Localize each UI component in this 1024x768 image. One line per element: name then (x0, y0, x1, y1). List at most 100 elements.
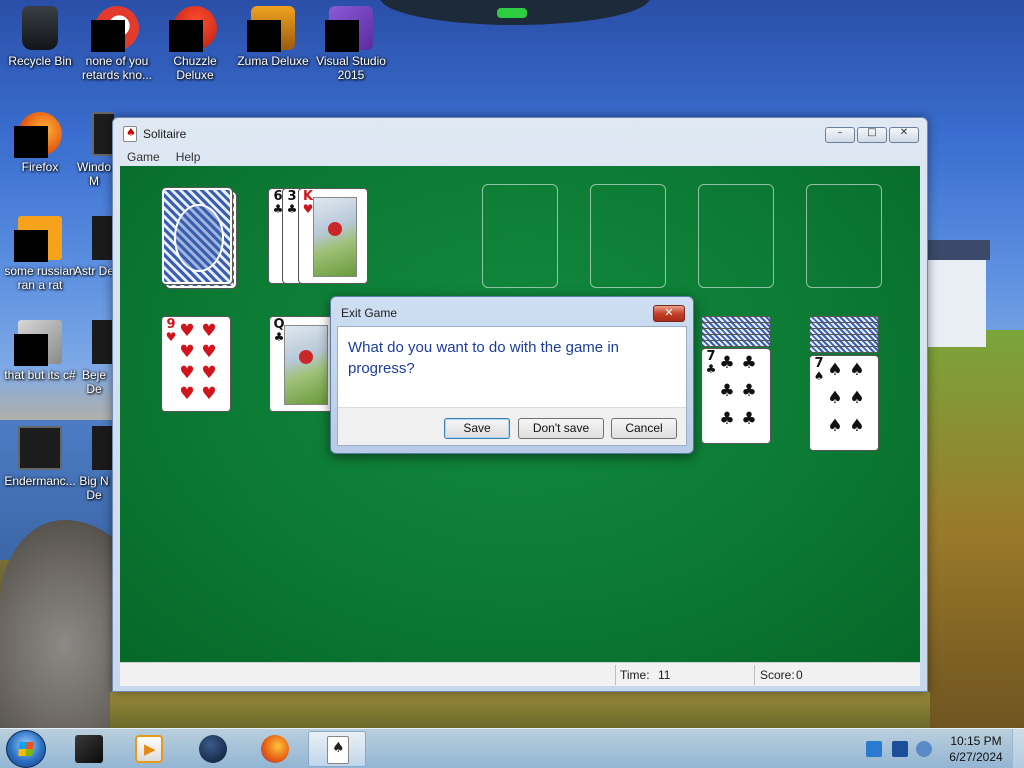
close-icon: ✕ (664, 306, 674, 319)
desktop-icon-label: Big N De (79, 474, 109, 502)
dialog-title: Exit Game (341, 306, 398, 320)
recycle-bin-icon (22, 6, 58, 50)
desktop-icon-label: Zuma Deluxe (237, 54, 309, 68)
desktop-icon-label: Recycle Bin (8, 54, 72, 68)
window-title: Solitaire (143, 127, 187, 141)
desktop-icon-label: Astr De (74, 264, 114, 278)
king-face-image (313, 197, 357, 277)
status-divider (754, 665, 755, 685)
desktop-icon-windows-media[interactable]: Windo M (74, 112, 114, 188)
time-value: 11 (658, 668, 671, 682)
dialog-close-button[interactable]: ✕ (653, 305, 685, 322)
tableau-card[interactable]: 9 ♥ ♥ ♥ ♥ ♥ ♥ ♥ ♥ ♥ (161, 316, 231, 412)
foundation-slot[interactable] (482, 184, 558, 288)
desktop-icon-label: Endermanc... (4, 474, 76, 488)
taskbar-item-media-player[interactable] (120, 731, 178, 767)
windows-media-icon (92, 112, 114, 156)
status-divider (615, 665, 616, 685)
gadget-led (497, 8, 527, 18)
desktop-icon-recycle-bin[interactable]: Recycle Bin (0, 6, 80, 68)
card-pips: ♥ ♥ ♥ ♥ ♥ ♥ ♥ ♥ (179, 321, 217, 404)
desktop-icon-label: Beje De (81, 368, 107, 396)
waste-top-card[interactable]: K ♥ (298, 188, 368, 284)
exit-game-dialog: Exit Game ✕ What do you want to do with … (330, 296, 694, 454)
big-game-icon (92, 426, 114, 470)
foundation-slot[interactable] (698, 184, 774, 288)
desktop-icon-e[interactable]: some russian ran a rat (0, 216, 80, 292)
caption-buttons: – □ ✕ (825, 127, 919, 143)
score-label: Score: (760, 668, 795, 682)
dialog-question: What do you want to do with the game in … (348, 339, 619, 377)
taskbar-item-firefox[interactable] (246, 731, 304, 767)
desktop-icon-label: none of you retards kno... (81, 54, 153, 82)
card-pips: ♣ ♣ ♣ ♣ ♣ ♣ (719, 353, 757, 429)
desktop-icon-astro[interactable]: Astr De (74, 216, 114, 278)
minimize-icon: – (837, 127, 843, 138)
tableau-card[interactable]: 7 ♣ ♣ ♣ ♣ ♣ ♣ ♣ (701, 348, 771, 444)
desktop-icon-visual-studio[interactable]: Visual Studio 2015 (311, 6, 391, 82)
start-button[interactable] (6, 730, 46, 768)
stock-pile[interactable] (161, 187, 233, 285)
visual-studio-icon (325, 6, 373, 52)
menu-help[interactable]: Help (176, 148, 201, 166)
desktop-icon-label: Firefox (21, 160, 59, 174)
maximize-icon: □ (867, 127, 877, 138)
card-pips: ♠ ♠ ♠ ♠ ♠ ♠ (827, 360, 865, 436)
time-label: Time: (620, 668, 650, 682)
score-value: 0 (796, 668, 803, 682)
desktop-icon-stacked[interactable]: that but its c# (0, 320, 80, 382)
maximize-button[interactable]: □ (857, 127, 887, 143)
card-rank: 3 ♣ (286, 189, 298, 216)
desktop-icon-big-game[interactable]: Big N De (74, 426, 114, 502)
menu-game[interactable]: Game (127, 148, 160, 166)
desktop-icon-firefox[interactable]: Firefox (0, 112, 80, 174)
game-icon (91, 6, 139, 52)
save-button[interactable]: Save (444, 418, 510, 439)
desktop-icon-label: Windo M (76, 160, 111, 188)
firefox-icon (14, 112, 62, 158)
wallpaper-grass (110, 692, 930, 728)
zuma-icon (247, 6, 295, 52)
cube-app-icon (75, 735, 103, 763)
desktop-icon-label: Visual Studio 2015 (316, 54, 386, 82)
foundation-slot[interactable] (590, 184, 666, 288)
desktop-icon-chuzzle[interactable]: Chuzzle Deluxe (155, 6, 235, 82)
minimize-button[interactable]: – (825, 127, 855, 143)
desktop-icon-label: Chuzzle Deluxe (173, 54, 217, 82)
clock-time[interactable]: 10:15 PM (944, 734, 1008, 748)
desktop-icon-game[interactable]: none of you retards kno... (77, 6, 157, 82)
tray-monitor-icon[interactable] (892, 741, 908, 757)
bejeweled-icon (92, 320, 114, 364)
dialog-body: What do you want to do with the game in … (337, 326, 687, 446)
dialog-footer: Save Don't save Cancel (338, 407, 686, 445)
chuzzle-icon (169, 6, 217, 52)
wallpaper-house (922, 240, 990, 347)
monitor-icon (18, 426, 62, 470)
taskbar-item-solitaire[interactable] (308, 731, 366, 767)
cancel-button[interactable]: Cancel (611, 418, 677, 439)
show-desktop-button[interactable] (1012, 729, 1024, 768)
foundation-slot[interactable] (806, 184, 882, 288)
stacked-windows-icon (14, 320, 62, 366)
tray-network-icon[interactable] (866, 741, 882, 757)
status-bar: Time: 11 Score: 0 (120, 662, 920, 686)
dont-save-button[interactable]: Don't save (518, 418, 604, 439)
astro-icon (92, 216, 114, 260)
desktop-icon-label: some russian ran a rat (4, 264, 76, 292)
desktop-icon-endermanch[interactable]: Endermanc... (0, 426, 80, 488)
close-button[interactable]: ✕ (889, 127, 919, 143)
tray-volume-icon[interactable] (916, 741, 932, 757)
title-bar[interactable]: Solitaire – □ ✕ (113, 118, 927, 148)
face-down-card (701, 340, 771, 347)
desktop-icon-zuma[interactable]: Zuma Deluxe (233, 6, 313, 68)
desktop-icon-label: that but its c# (4, 368, 76, 382)
tableau-card[interactable]: Q ♣ (269, 316, 339, 412)
firefox-icon (261, 735, 289, 763)
e-icon (14, 216, 62, 262)
globe-icon (199, 735, 227, 763)
taskbar-item-globe[interactable] (184, 731, 242, 767)
desktop-icon-bejeweled[interactable]: Beje De (74, 320, 114, 396)
tableau-card[interactable]: 7 ♠ ♠ ♠ ♠ ♠ ♠ ♠ (809, 355, 879, 451)
clock-date[interactable]: 6/27/2024 (944, 750, 1008, 764)
taskbar-item-cube[interactable] (60, 731, 118, 767)
